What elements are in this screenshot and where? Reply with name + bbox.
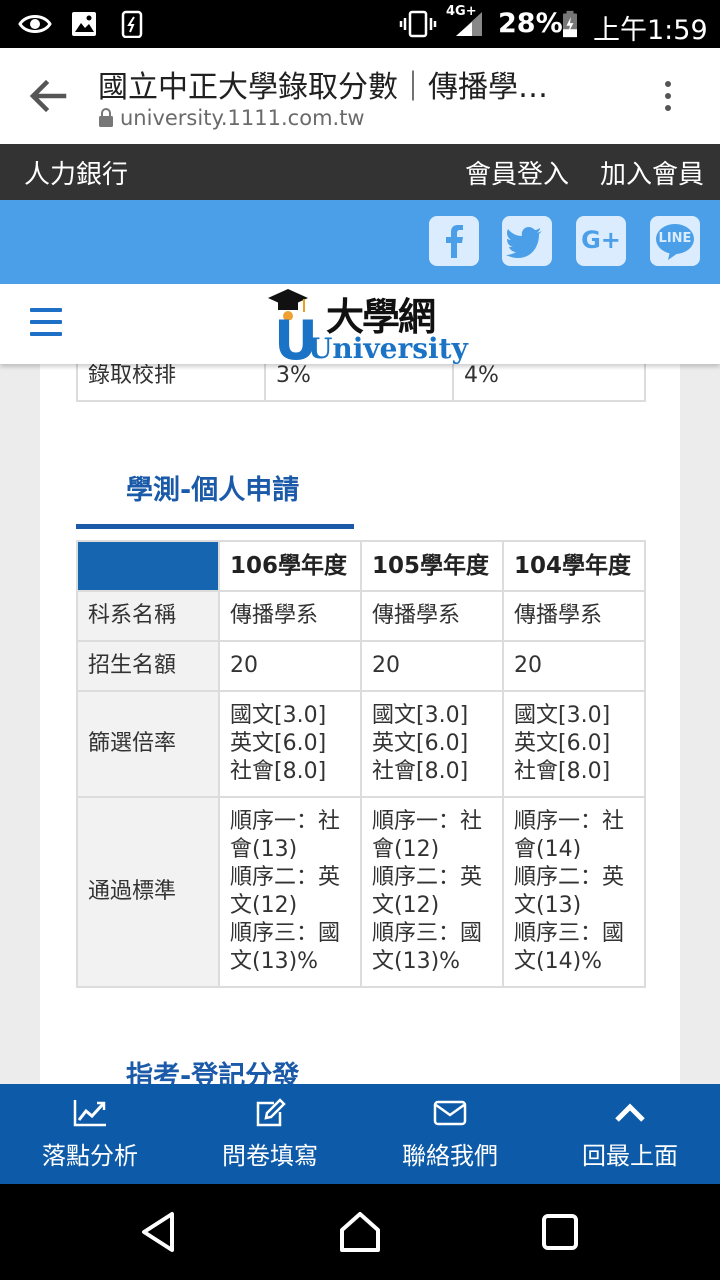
battery-charging-icon bbox=[563, 10, 577, 38]
table-cell: 順序一：社 會(14) 順序二：英 文(13) 順序三：國 文(14)% bbox=[502, 796, 646, 988]
mail-icon bbox=[433, 1100, 467, 1126]
url-text: university.1111.com.tw bbox=[120, 106, 365, 130]
table-header-row: 106學年度 105學年度 104學年度 bbox=[76, 540, 646, 592]
table-cell: 順序一：社 會(12) 順序二：英 文(12) 順序三：國 文(13)% bbox=[360, 796, 504, 988]
nav-label: 落點分析 bbox=[42, 1142, 138, 1170]
more-vert-icon[interactable] bbox=[658, 76, 678, 116]
lock-icon bbox=[99, 108, 113, 127]
column-header: 105學年度 bbox=[360, 540, 504, 592]
system-nav-bar bbox=[0, 1184, 720, 1280]
recent-apps-icon[interactable] bbox=[536, 1208, 584, 1256]
nav-label: 聯絡我們 bbox=[402, 1142, 498, 1170]
section-underline bbox=[76, 524, 354, 529]
table-cell: 20 bbox=[218, 640, 362, 692]
nav-top-button[interactable]: 回最上面 bbox=[540, 1084, 720, 1184]
clipboard-icon bbox=[121, 10, 143, 38]
logo-english: University bbox=[308, 332, 468, 365]
bottom-nav: 落點分析 問卷填寫 聯絡我們 回最上面 bbox=[0, 1084, 720, 1184]
line-icon[interactable]: LINE bbox=[650, 216, 700, 266]
nav-label: 問卷填寫 bbox=[222, 1142, 318, 1170]
row-label: 篩選倍率 bbox=[76, 690, 220, 798]
table-row: 招生名額 20 20 20 bbox=[76, 640, 646, 692]
site-logo[interactable]: 大學網 U University bbox=[266, 286, 468, 368]
nav-label: 回最上面 bbox=[582, 1142, 678, 1170]
join-link[interactable]: 加入會員 bbox=[600, 154, 704, 191]
back-arrow-icon[interactable] bbox=[28, 78, 68, 114]
google-plus-icon[interactable]: G+ bbox=[576, 216, 626, 266]
section-title: 學測-個人申請 bbox=[126, 475, 300, 506]
login-link[interactable]: 會員登入 bbox=[465, 154, 569, 191]
column-header: 106學年度 bbox=[218, 540, 362, 592]
row-label: 招生名額 bbox=[76, 640, 220, 692]
nav-survey-button[interactable]: 問卷填寫 bbox=[180, 1084, 360, 1184]
back-triangle-icon[interactable] bbox=[136, 1208, 184, 1256]
content-card: 錄取校排 3% 4% 學測-個人申請 106學年度 105學年度 104學年度 … bbox=[40, 350, 680, 1092]
signal-icon bbox=[456, 12, 482, 36]
home-icon[interactable] bbox=[336, 1208, 384, 1256]
social-bar: G+ LINE bbox=[0, 200, 720, 284]
table-row: 科系名稱 傳播學系 傳播學系 傳播學系 bbox=[76, 590, 646, 642]
column-header: 104學年度 bbox=[502, 540, 646, 592]
nav-analysis-button[interactable]: 落點分析 bbox=[0, 1084, 180, 1184]
table-corner-cell bbox=[76, 540, 220, 592]
page-title: 國立中正大學錄取分數｜傳播學… bbox=[98, 70, 548, 105]
table-cell: 國文[3.0] 英文[6.0] 社會[8.0] bbox=[502, 690, 646, 798]
vibrate-icon bbox=[399, 10, 437, 38]
admission-table: 106學年度 105學年度 104學年度 科系名稱 傳播學系 傳播學系 傳播學系… bbox=[76, 540, 646, 988]
status-bar: 4G+ 28% 上午1:59 bbox=[0, 0, 720, 48]
row-label: 科系名稱 bbox=[76, 590, 220, 642]
chevron-up-icon bbox=[615, 1103, 645, 1122]
table-cell: 傳播學系 bbox=[360, 590, 504, 642]
table-cell: 傳播學系 bbox=[218, 590, 362, 642]
table-cell: 國文[3.0] 英文[6.0] 社會[8.0] bbox=[218, 690, 362, 798]
nav-contact-button[interactable]: 聯絡我們 bbox=[360, 1084, 540, 1184]
url-bar[interactable]: university.1111.com.tw bbox=[98, 106, 365, 130]
logo-bar: 大學網 U University bbox=[0, 284, 720, 368]
table-cell: 20 bbox=[502, 640, 646, 692]
table-cell: 順序一：社 會(13) 順序二：英 文(12) 順序三：國 文(13)% bbox=[218, 796, 362, 988]
table-cell: 傳播學系 bbox=[502, 590, 646, 642]
browser-toolbar: 國立中正大學錄取分數｜傳播學… university.1111.com.tw bbox=[0, 48, 720, 144]
battery-percent: 28% bbox=[498, 8, 563, 39]
table-row: 通過標準 順序一：社 會(13) 順序二：英 文(12) 順序三：國 文(13)… bbox=[76, 796, 646, 988]
hamburger-menu-icon[interactable] bbox=[30, 308, 62, 338]
eye-icon bbox=[18, 15, 52, 33]
site-top-bar: 人力銀行 會員登入 加入會員 bbox=[0, 144, 720, 200]
edit-icon bbox=[256, 1098, 286, 1127]
twitter-icon[interactable] bbox=[502, 216, 552, 266]
table-cell: 國文[3.0] 英文[6.0] 社會[8.0] bbox=[360, 690, 504, 798]
facebook-icon[interactable] bbox=[429, 216, 479, 266]
line-chart-icon bbox=[73, 1100, 106, 1127]
image-icon bbox=[72, 12, 96, 36]
clock: 上午1:59 bbox=[593, 15, 708, 46]
table-row: 篩選倍率 國文[3.0] 英文[6.0] 社會[8.0] 國文[3.0] 英文[… bbox=[76, 690, 646, 798]
row-label: 通過標準 bbox=[76, 796, 220, 988]
table-cell: 20 bbox=[360, 640, 504, 692]
brand-link[interactable]: 人力銀行 bbox=[24, 154, 128, 191]
